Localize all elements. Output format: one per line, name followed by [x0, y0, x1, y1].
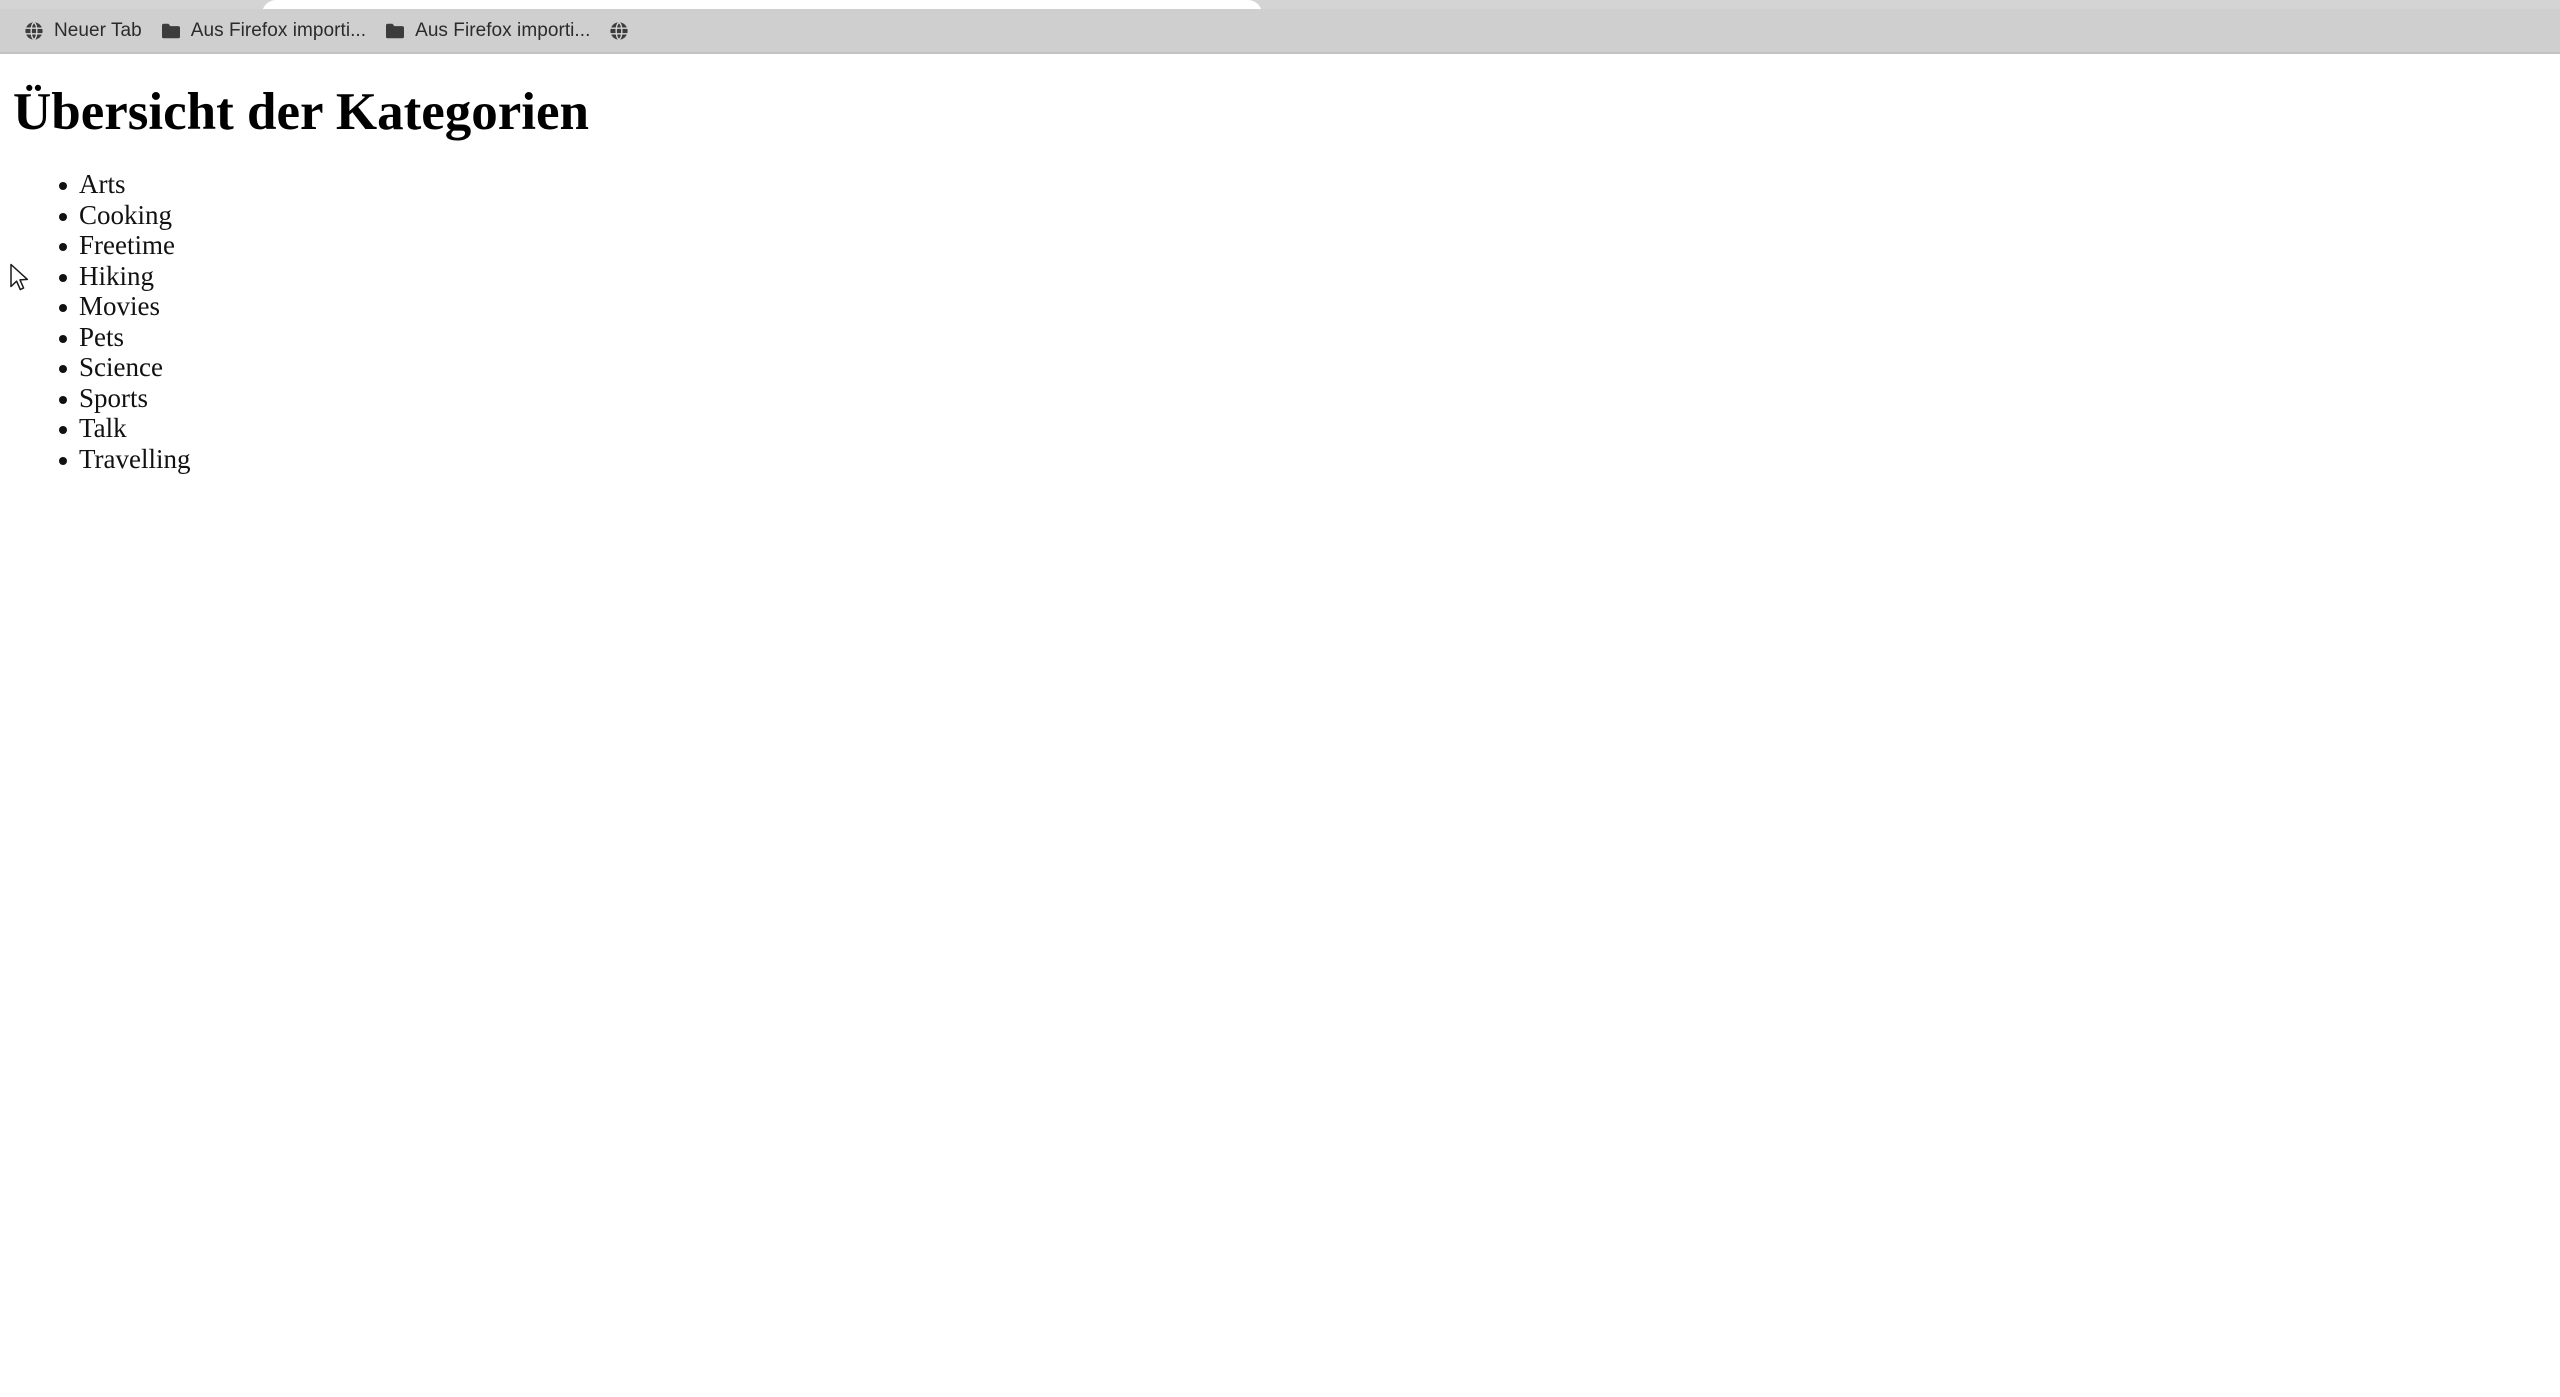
folder-icon: [384, 20, 406, 42]
list-item: Pets: [0, 322, 2560, 353]
browser-chrome: Neuer Tab Aus Firefox importi... Aus Fir…: [0, 0, 2560, 54]
list-item: Talk: [0, 413, 2560, 444]
tab-strip: [0, 0, 2560, 9]
list-item: Arts: [0, 169, 2560, 200]
bookmark-item-unlabeled[interactable]: [599, 14, 639, 48]
list-item: Science: [0, 352, 2560, 383]
bookmark-folder-aus-firefox-importiert-1[interactable]: Aus Firefox importi...: [151, 14, 375, 48]
list-item: Freetime: [0, 230, 2560, 261]
globe-icon: [23, 20, 45, 42]
page-content: Übersicht der Kategorien Arts Cooking Fr…: [0, 56, 2560, 474]
page-title: Übersicht der Kategorien: [13, 83, 590, 141]
list-item: Movies: [0, 291, 2560, 322]
bookmark-item-neuer-tab[interactable]: Neuer Tab: [14, 14, 151, 48]
folder-icon: [160, 20, 182, 42]
active-tab[interactable]: [262, 0, 1262, 9]
list-item: Travelling: [0, 444, 2560, 475]
bookmarks-bar: Neuer Tab Aus Firefox importi... Aus Fir…: [0, 9, 2560, 54]
bookmark-label: Neuer Tab: [54, 19, 142, 41]
category-list: Arts Cooking Freetime Hiking Movies Pets…: [0, 139, 2560, 474]
list-item: Cooking: [0, 200, 2560, 231]
list-item: Sports: [0, 383, 2560, 414]
bookmark-label: Aus Firefox importi...: [190, 19, 367, 41]
bookmark-label: Aus Firefox importi...: [415, 19, 591, 41]
list-item: Hiking: [0, 261, 2560, 292]
bookmark-folder-aus-firefox-importiert-2[interactable]: Aus Firefox importi...: [375, 14, 599, 48]
globe-icon: [608, 20, 630, 42]
